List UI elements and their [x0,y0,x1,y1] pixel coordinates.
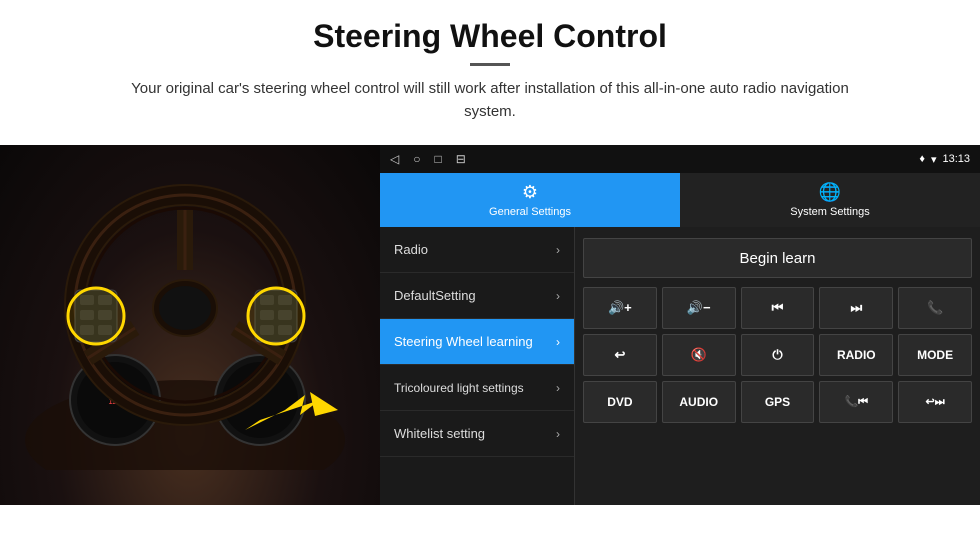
phone-prev-btn[interactable]: 📞⏮ [819,381,893,423]
power-btn[interactable]: ⏻ [741,334,815,376]
menu-item-whitelist[interactable]: Whitelist setting › [380,411,574,457]
prev-track-btn[interactable]: ⏮ [741,287,815,329]
vol-down-btn[interactable]: 🔊− [662,287,736,329]
main-content: 120 [0,145,980,505]
steering-wheel-svg: 120 [20,160,350,470]
next-track-btn[interactable]: ⏭ [819,287,893,329]
page-wrapper: Steering Wheel Control Your original car… [0,0,980,505]
android-ui: ◁ ○ □ ⊟ ♦ ▾ 13:13 ⚙ General Settings [380,145,980,505]
chevron-icon: › [556,243,560,257]
begin-learn-button[interactable]: Begin learn [583,238,972,278]
page-subtitle: Your original car's steering wheel contr… [110,78,870,123]
vol-up-btn[interactable]: 🔊+ [583,287,657,329]
controls-grid: 🔊+ 🔊− ⏮ ⏭ 📞 ↩ 🔇 ⏻ RADIO MODE [583,287,972,423]
phone-btn[interactable]: 📞 [898,287,972,329]
chevron-icon: › [556,381,560,395]
chevron-icon: › [556,289,560,303]
menu-item-steering-wheel[interactable]: Steering Wheel learning › [380,319,574,365]
nav-extra-icon[interactable]: ⊟ [456,152,466,166]
menu-item-default-setting[interactable]: DefaultSetting › [380,273,574,319]
page-title: Steering Wheel Control [60,18,920,55]
content-area: Radio › DefaultSetting › Steering Wheel … [380,227,980,505]
nav-back-icon[interactable]: ◁ [390,152,399,166]
nav-home-icon[interactable]: ○ [413,152,420,166]
controls-row-2: ↩ 🔇 ⏻ RADIO MODE [583,334,972,376]
audio-btn[interactable]: AUDIO [662,381,736,423]
nav-recent-icon[interactable]: □ [434,152,441,166]
mute-btn[interactable]: 🔇 [662,334,736,376]
status-bar-nav: ◁ ○ □ ⊟ [390,152,466,166]
general-settings-icon: ⚙ [522,182,538,203]
chevron-icon: › [556,427,560,441]
menu-item-radio[interactable]: Radio › [380,227,574,273]
dvd-btn[interactable]: DVD [583,381,657,423]
phone-next-btn[interactable]: ↩⏭ [898,381,972,423]
menu-item-tricoloured[interactable]: Tricoloured light settings › [380,365,574,411]
right-panel: Begin learn 🔊+ 🔊− ⏮ ⏭ 📞 [575,227,980,505]
begin-learn-row: Begin learn [583,235,972,281]
tab-system-label: System Settings [790,206,869,218]
radio-btn[interactable]: RADIO [819,334,893,376]
header-divider [470,63,510,66]
location-icon: ♦ [919,153,925,165]
menu-list: Radio › DefaultSetting › Steering Wheel … [380,227,575,505]
controls-row-1: 🔊+ 🔊− ⏮ ⏭ 📞 [583,287,972,329]
tab-general-settings[interactable]: ⚙ General Settings [380,173,680,227]
car-image-area: 120 [0,145,380,505]
hang-up-btn[interactable]: ↩ [583,334,657,376]
controls-row-3: DVD AUDIO GPS 📞⏮ ↩⏭ [583,381,972,423]
tab-bar: ⚙ General Settings 🌐 System Settings [380,173,980,227]
steering-wheel-container: 120 [20,160,360,475]
tab-system-settings[interactable]: 🌐 System Settings [680,173,980,227]
tab-general-label: General Settings [489,206,571,218]
wifi-icon: ▾ [931,153,937,166]
chevron-icon: › [556,335,560,349]
system-settings-icon: 🌐 [819,182,841,203]
gps-btn[interactable]: GPS [741,381,815,423]
status-bar: ◁ ○ □ ⊟ ♦ ▾ 13:13 [380,145,980,173]
status-bar-indicators: ♦ ▾ 13:13 [919,153,970,166]
clock: 13:13 [942,153,970,165]
page-header: Steering Wheel Control Your original car… [0,0,980,133]
mode-btn[interactable]: MODE [898,334,972,376]
